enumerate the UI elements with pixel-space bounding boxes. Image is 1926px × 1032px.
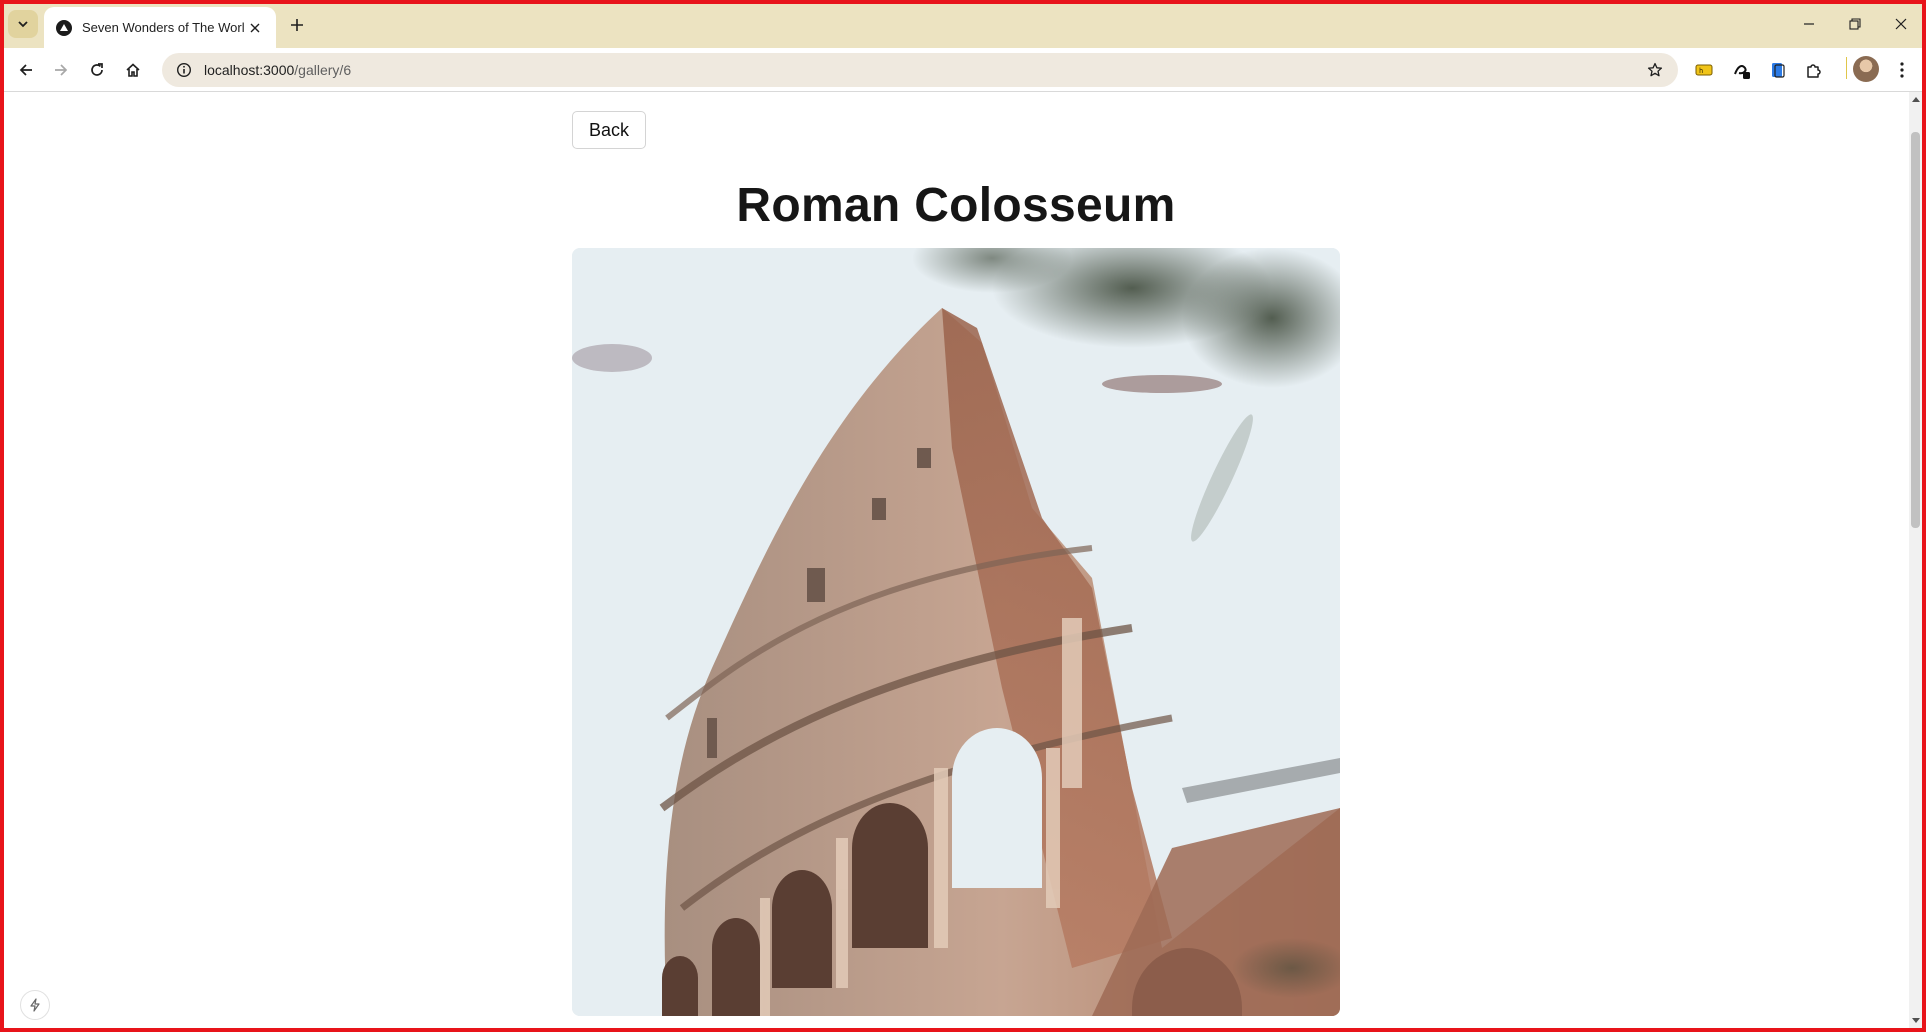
arrow-left-icon [19,64,32,76]
url-host: localhost:3000 [204,62,295,78]
svg-text:h: h [1699,67,1703,75]
tab-title: Seven Wonders of The World [82,20,245,35]
plus-icon [291,19,303,31]
avatar[interactable] [1853,56,1879,82]
reload-button[interactable] [81,54,113,86]
lightning-icon [30,998,40,1012]
toolbar-divider [1846,57,1847,79]
home-icon [126,63,140,77]
browser-menu-button[interactable] [1888,56,1916,84]
reload-icon [91,63,103,76]
url-path: /gallery/6 [294,62,352,78]
extension-icon: h [1695,64,1713,76]
minimize-button[interactable] [1786,8,1832,40]
nextjs-icon [56,19,72,36]
tab-close-button[interactable] [245,17,266,39]
home-button[interactable] [117,54,149,86]
new-tab-button[interactable] [283,11,311,39]
arrow-right-icon [55,64,68,76]
extension-button-3[interactable] [1764,56,1792,84]
window-close-button[interactable] [1878,8,1924,40]
colosseum-photo [572,248,1340,1016]
extension-button-2[interactable] [1728,56,1756,84]
extension-icon [1734,65,1750,79]
scroll-down-arrow[interactable] [1909,1014,1922,1028]
close-icon [250,23,260,32]
bookmark-button[interactable] [1640,55,1670,85]
extension-button-1[interactable]: h [1690,56,1718,84]
scroll-thumb[interactable] [1911,132,1920,528]
dev-tools-badge[interactable] [20,990,50,1020]
site-info-button[interactable] [168,53,200,87]
page-scrollbar[interactable] [1909,92,1922,1028]
address-bar[interactable]: localhost:3000/gallery/6 [162,53,1678,87]
extension-icon [1772,63,1785,78]
page-content: Back Roman Colosseum [4,92,1909,1028]
extensions-menu-button[interactable] [1800,56,1828,84]
address-url: localhost:3000/gallery/6 [204,62,351,78]
restore-button[interactable] [1832,8,1878,40]
tab-strip: Seven Wonders of The World [0,0,1926,48]
star-icon [1647,62,1663,77]
puzzle-icon [1807,64,1821,78]
restore-icon [1849,18,1861,30]
minimize-icon [1804,23,1814,25]
forward-nav-button[interactable] [45,54,77,86]
kebab-menu-icon [1900,62,1904,78]
back-button[interactable]: Back [572,111,646,149]
hero-image [572,248,1340,1016]
info-icon [176,62,192,78]
browser-toolbar: localhost:3000/gallery/6 h [0,48,1926,92]
tab-search-button[interactable] [8,10,38,38]
close-icon [1895,18,1907,30]
page-title: Roman Colosseum [736,179,1176,232]
back-nav-button[interactable] [10,54,42,86]
scroll-up-arrow[interactable] [1909,92,1922,106]
chevron-down-icon [18,21,28,28]
tab-active[interactable]: Seven Wonders of The World [44,7,276,48]
